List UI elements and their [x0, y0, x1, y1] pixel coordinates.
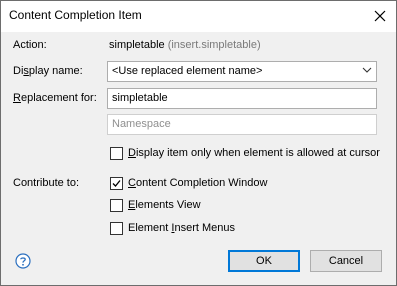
ok-button[interactable]: OK — [228, 250, 300, 272]
content-completion-item-dialog: Content Completion Item Action: simpleta… — [0, 0, 397, 286]
namespace-placeholder: Namespace — [112, 118, 171, 130]
cancel-button[interactable]: Cancel — [310, 250, 382, 272]
checkmark-icon — [112, 180, 121, 187]
chevron-down-icon — [362, 67, 372, 73]
allowed-at-cursor-checkbox[interactable] — [110, 147, 123, 160]
replacement-for-input[interactable]: simpletable — [107, 88, 377, 109]
display-name-value: <Use replaced element name> — [112, 65, 263, 77]
close-button[interactable] — [367, 4, 393, 28]
action-label: Action: — [13, 39, 47, 51]
help-button[interactable] — [15, 253, 31, 269]
replacement-for-value: simpletable — [112, 92, 168, 104]
action-value-group: simpletable (insert.simpletable) — [109, 39, 261, 51]
action-detail: (insert.simpletable) — [167, 39, 261, 51]
window-title: Content Completion Item — [9, 8, 142, 22]
action-value: simpletable — [109, 39, 165, 51]
element-insert-menus-checkbox[interactable] — [110, 222, 123, 235]
elements-view-label[interactable]: Elements View — [128, 199, 201, 211]
display-name-select[interactable]: <Use replaced element name> — [107, 61, 377, 82]
display-name-label: Display name: — [13, 65, 83, 77]
close-icon — [374, 10, 386, 22]
replacement-for-label: Replacement for: — [13, 92, 97, 104]
title-bar: Content Completion Item — [1, 1, 396, 32]
help-icon — [15, 253, 31, 269]
elements-view-checkbox[interactable] — [110, 199, 123, 212]
content-completion-window-checkbox[interactable] — [110, 177, 123, 190]
namespace-input[interactable]: Namespace — [107, 114, 377, 135]
content-completion-window-label[interactable]: Content Completion Window — [128, 177, 267, 189]
contribute-to-label: Contribute to: — [13, 177, 80, 189]
element-insert-menus-label[interactable]: Element Insert Menus — [128, 222, 235, 234]
allowed-at-cursor-label[interactable]: Display item only when element is allowe… — [128, 147, 380, 159]
